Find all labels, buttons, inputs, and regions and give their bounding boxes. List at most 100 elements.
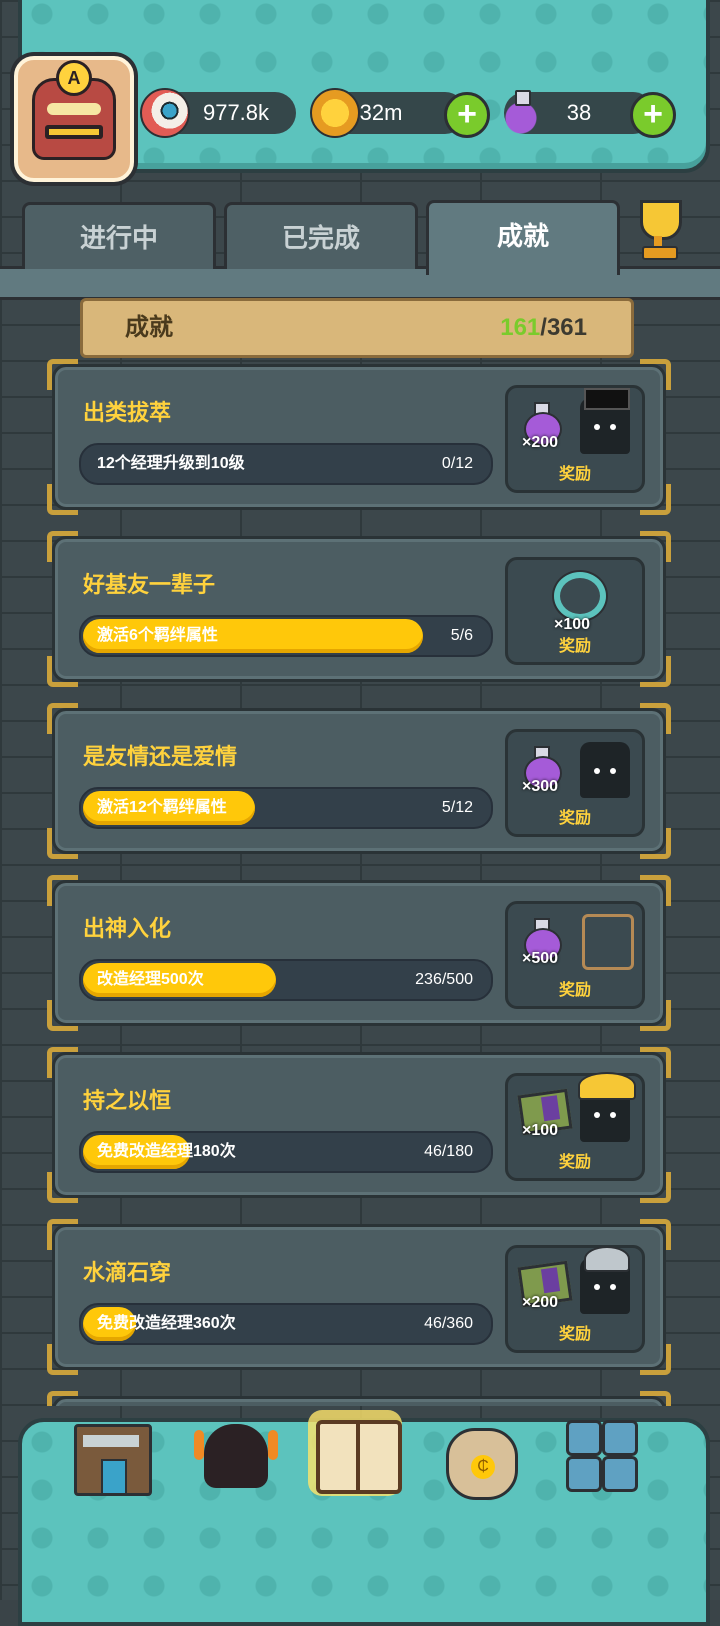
reward-box[interactable]: ×100 奖励 — [505, 557, 645, 665]
rank-badge: A — [56, 60, 92, 96]
achievement-card[interactable] — [47, 1391, 671, 1406]
achievement-card[interactable]: 出神入化 改造经理500次 236/500 ×500 奖励 — [47, 875, 671, 1031]
achievement-name: 出类拔萃 — [83, 400, 172, 425]
achievement-progress-bar: 激活6个羁绊属性 5/6 — [79, 615, 493, 657]
card-corner — [47, 828, 78, 859]
grid-cell — [602, 1420, 638, 1456]
achievement-summary-title: 成就 — [125, 314, 173, 341]
card-corner — [640, 1391, 671, 1406]
achievement-name: 是友情还是爱情 — [83, 744, 238, 769]
reward-quantity: ×200 — [522, 1294, 559, 1311]
achievement-progress-text: 5/12 — [441, 799, 473, 816]
player-avatar[interactable]: A — [14, 56, 134, 182]
reward-label: 奖励 — [558, 638, 591, 655]
empty-frame-reward-icon — [582, 914, 634, 970]
nav-menu-grid-icon[interactable] — [562, 1418, 648, 1504]
achievement-card[interactable]: 水滴石穿 免费改造经理360次 46/360 ×200 奖励 — [47, 1219, 671, 1375]
achievement-name: 持之以恒 — [83, 1088, 172, 1113]
achievement-list[interactable]: 成就 161/361 出类拔萃 12个经理升级到10级 0/12 ×200 奖励… — [0, 296, 720, 1406]
achievement-progress-bar: 激活12个羁绊属性 5/12 — [79, 787, 493, 829]
reward-label: 奖励 — [558, 810, 591, 827]
card-corner — [640, 359, 671, 390]
avatar-mouth — [45, 125, 103, 139]
viking-manager-icon — [578, 1072, 636, 1142]
achievement-progress-bar: 免费改造经理360次 46/360 — [79, 1303, 493, 1345]
tab-completed[interactable]: 已完成 — [224, 202, 418, 269]
achievement-name: 好基友一辈子 — [83, 572, 216, 597]
nav-monster-icon[interactable] — [194, 1418, 282, 1504]
reward-quantity: ×200 — [522, 434, 559, 451]
achievement-progress-text: 46/360 — [424, 1315, 473, 1332]
trophy-cup — [640, 200, 682, 240]
card-corner — [47, 1344, 78, 1375]
trophy-icon[interactable] — [628, 200, 688, 260]
card-corner — [47, 1172, 78, 1203]
money-bag — [446, 1428, 518, 1500]
card-corner — [47, 1047, 78, 1078]
card-corner — [640, 1344, 671, 1375]
achievement-description: 免费改造经理360次 — [97, 1315, 236, 1332]
monster-silhouette — [194, 1424, 268, 1488]
card-corner — [47, 1219, 78, 1250]
card-corner — [640, 531, 671, 562]
card-corner — [640, 1172, 671, 1203]
reward-box[interactable]: ×500 奖励 — [505, 901, 645, 1009]
reward-quantity: ×100 — [522, 1122, 559, 1139]
nav-book-icon[interactable] — [308, 1410, 402, 1504]
achievement-card[interactable]: 好基友一辈子 激活6个羁绊属性 5/6 ×100 奖励 — [47, 531, 671, 687]
reward-label: 奖励 — [558, 1154, 591, 1171]
achievement-name: 出神入化 — [83, 916, 172, 941]
achievement-description: 12个经理升级到10级 — [97, 455, 245, 472]
shop-building — [74, 1424, 152, 1496]
achievement-progress-text: 46/180 — [424, 1143, 473, 1160]
card-corner — [640, 875, 671, 906]
spiky-helmet-manager-icon — [580, 1246, 630, 1314]
nav-shop-building-icon[interactable] — [70, 1418, 156, 1504]
achievement-name: 水滴石穿 — [83, 1260, 172, 1285]
open-book — [316, 1420, 402, 1494]
reward-quantity: ×300 — [522, 778, 559, 795]
grid-cell — [566, 1420, 602, 1456]
avatar-eyes — [47, 103, 101, 115]
achievement-progress-text: 0/12 — [441, 455, 473, 472]
reward-box[interactable]: ×200 奖励 — [505, 385, 645, 493]
grid-cell — [566, 1456, 602, 1492]
reward-box[interactable]: ×100 奖励 — [505, 1072, 645, 1181]
achievement-summary-count: 161/361 — [500, 301, 587, 355]
achievement-description: 改造经理500次 — [97, 971, 204, 988]
tab-achievements[interactable]: 成就 — [426, 200, 620, 275]
achievement-total-count: /361 — [540, 314, 587, 341]
achievement-progress-text: 236/500 — [415, 971, 473, 988]
reward-box[interactable]: ×300 奖励 — [505, 729, 645, 837]
spiky-helmet — [584, 1246, 630, 1272]
achievement-description: 激活6个羁绊属性 — [97, 627, 218, 644]
nav-money-bag-icon[interactable] — [438, 1418, 524, 1504]
reward-label: 奖励 — [558, 982, 591, 999]
add-potions-button[interactable]: + — [630, 92, 676, 138]
achievement-description: 免费改造经理180次 — [97, 1143, 236, 1160]
card-corner — [47, 484, 78, 515]
card-corner — [640, 703, 671, 734]
card-corner — [47, 656, 78, 687]
reward-box[interactable]: ×200 奖励 — [505, 1245, 645, 1353]
achievement-progress-bar: 12个经理升级到10级 0/12 — [79, 443, 493, 485]
card-corner — [640, 1000, 671, 1031]
card-corner — [47, 359, 78, 390]
card-corner — [640, 484, 671, 515]
achievement-summary-header: 成就 161/361 — [80, 298, 634, 358]
card-corner — [640, 828, 671, 859]
ring-reward-icon — [554, 572, 606, 620]
reward-label: 奖励 — [558, 1326, 591, 1343]
achievement-progress-bar: 免费改造经理180次 46/180 — [79, 1131, 493, 1173]
reward-quantity: ×500 — [522, 950, 559, 967]
add-coins-button[interactable]: + — [444, 92, 490, 138]
achievement-description: 激活12个羁绊属性 — [97, 799, 227, 816]
tab-in-progress[interactable]: 进行中 — [22, 202, 216, 269]
achievement-card[interactable]: 出类拔萃 12个经理升级到10级 0/12 ×200 奖励 — [47, 359, 671, 515]
achievement-progress-text: 5/6 — [450, 627, 473, 644]
achievement-card[interactable]: 是友情还是爱情 激活12个羁绊属性 5/12 ×300 奖励 — [47, 703, 671, 859]
eye-resource-value: 977.8k — [202, 100, 270, 125]
card-corner — [47, 1391, 78, 1406]
card-corner — [47, 531, 78, 562]
achievement-card[interactable]: 持之以恒 免费改造经理180次 46/180 ×100 奖励 — [47, 1047, 671, 1203]
